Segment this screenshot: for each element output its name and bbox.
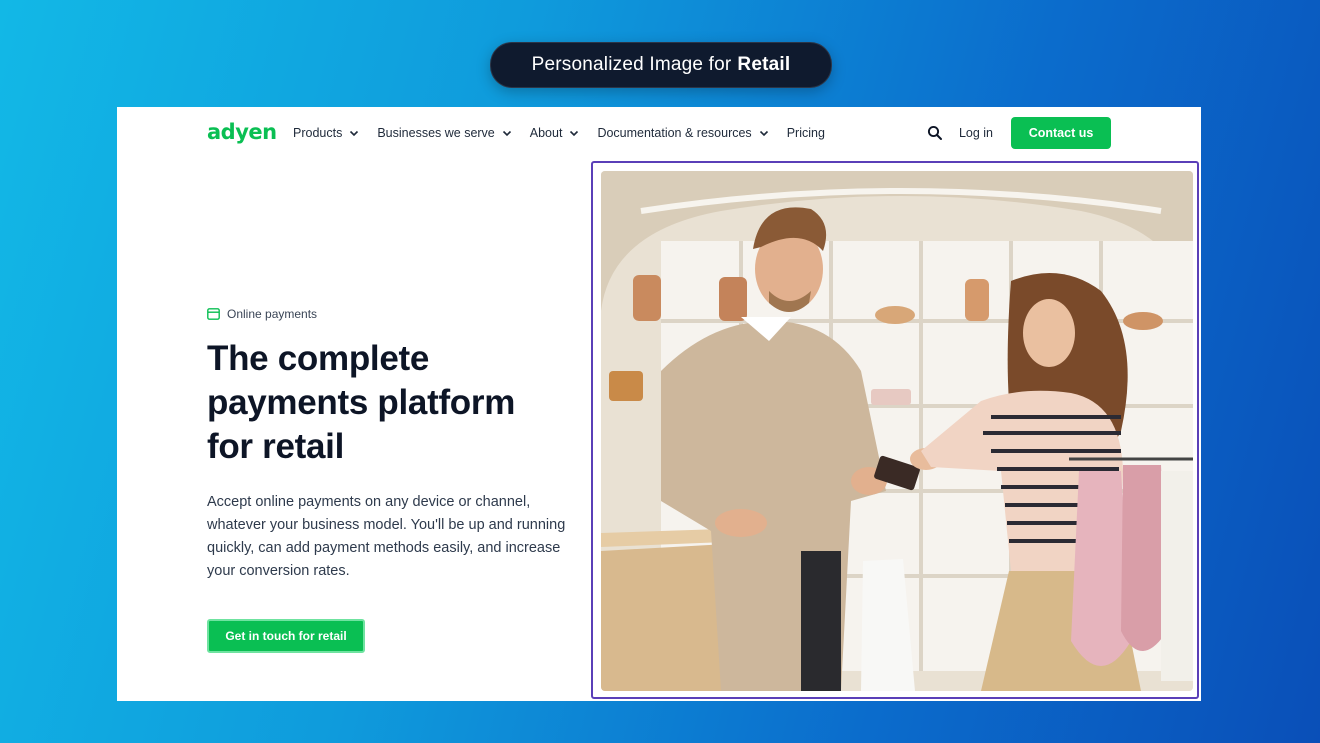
login-link[interactable]: Log in bbox=[959, 126, 993, 140]
hero-content: Online payments The complete payments pl… bbox=[207, 307, 577, 653]
eyebrow-label: Online payments bbox=[227, 307, 318, 321]
chevron-down-icon bbox=[502, 130, 511, 137]
chevron-down-icon bbox=[570, 130, 579, 137]
chevron-down-icon bbox=[759, 130, 768, 137]
contact-us-button[interactable]: Contact us bbox=[1011, 117, 1111, 149]
nav-item-label: Businesses we serve bbox=[377, 126, 495, 140]
headline-line: The complete bbox=[207, 339, 430, 378]
nav-item-products[interactable]: Products bbox=[293, 126, 359, 140]
retail-photo bbox=[601, 171, 1193, 691]
nav-item-label: Pricing bbox=[786, 126, 825, 140]
nav-item-label: Products bbox=[293, 126, 343, 140]
eyebrow: Online payments bbox=[207, 307, 577, 321]
banner-highlight: Retail bbox=[737, 54, 791, 75]
browser-page: adyen Products Businesses we serve About… bbox=[117, 107, 1201, 701]
get-in-touch-button[interactable]: Get in touch for retail bbox=[207, 619, 365, 653]
top-navigation: adyen Products Businesses we serve About… bbox=[117, 107, 1201, 161]
personalized-image-banner: Personalized Image for Retail bbox=[490, 42, 832, 88]
adyen-logo[interactable]: adyen bbox=[207, 120, 277, 151]
card-icon bbox=[207, 308, 220, 320]
nav-item-label: About bbox=[529, 126, 563, 140]
chevron-down-icon bbox=[350, 130, 359, 137]
hero-description: Accept online payments on any device or … bbox=[207, 494, 566, 579]
search-icon[interactable] bbox=[927, 125, 943, 141]
nav-item-label: Documentation & resources bbox=[597, 126, 752, 140]
personalized-image-frame bbox=[591, 161, 1199, 699]
svg-text:adyen: adyen bbox=[207, 120, 277, 144]
hero-headline: The complete payments platform for retai… bbox=[207, 337, 577, 469]
headline-line: payments platform bbox=[207, 383, 516, 422]
nav-actions: Log in Contact us bbox=[927, 117, 1111, 149]
nav-item-documentation[interactable]: Documentation & resources bbox=[597, 126, 768, 140]
main-menu: Products Businesses we serve About Docum… bbox=[293, 107, 843, 159]
nav-item-pricing[interactable]: Pricing bbox=[787, 126, 825, 140]
nav-item-businesses[interactable]: Businesses we serve bbox=[377, 126, 511, 140]
banner-prefix: Personalized Image for bbox=[531, 54, 732, 75]
nav-item-about[interactable]: About bbox=[530, 126, 580, 140]
headline-line: for retail bbox=[207, 427, 345, 466]
